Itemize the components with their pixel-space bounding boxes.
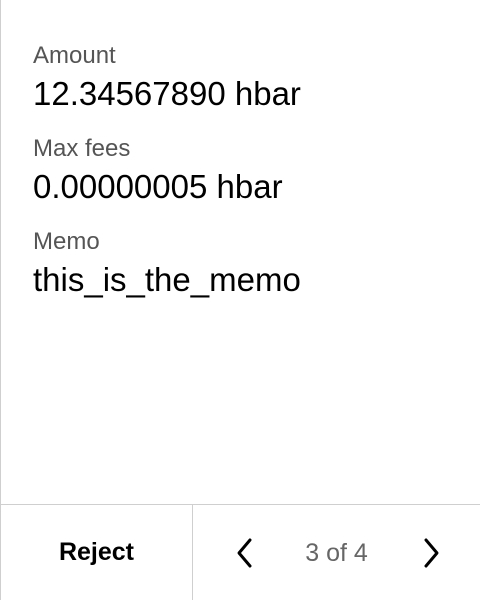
amount-value: 12.34567890 hbar xyxy=(33,75,301,112)
memo-label: Memo xyxy=(33,228,100,255)
reject-button[interactable]: Reject xyxy=(1,505,193,600)
max-fees-label: Max fees xyxy=(33,135,131,162)
memo-value: this_is_the_memo xyxy=(33,261,301,298)
pager: 3 of 4 xyxy=(193,505,480,600)
amount-field: Amount 12.34567890 hbar xyxy=(33,40,460,116)
chevron-right-icon xyxy=(424,538,439,567)
footer-nav-bar: Reject 3 of 4 xyxy=(1,504,480,600)
next-page-button[interactable] xyxy=(411,533,451,573)
memo-field: Memo this_is_the_memo xyxy=(33,226,460,302)
transaction-review-screen: Amount 12.34567890 hbar Max fees 0.00000… xyxy=(0,0,480,600)
amount-label: Amount xyxy=(33,42,116,69)
max-fees-field: Max fees 0.00000005 hbar xyxy=(33,133,460,209)
transaction-details: Amount 12.34567890 hbar Max fees 0.00000… xyxy=(33,40,460,302)
max-fees-value: 0.00000005 hbar xyxy=(33,168,283,205)
